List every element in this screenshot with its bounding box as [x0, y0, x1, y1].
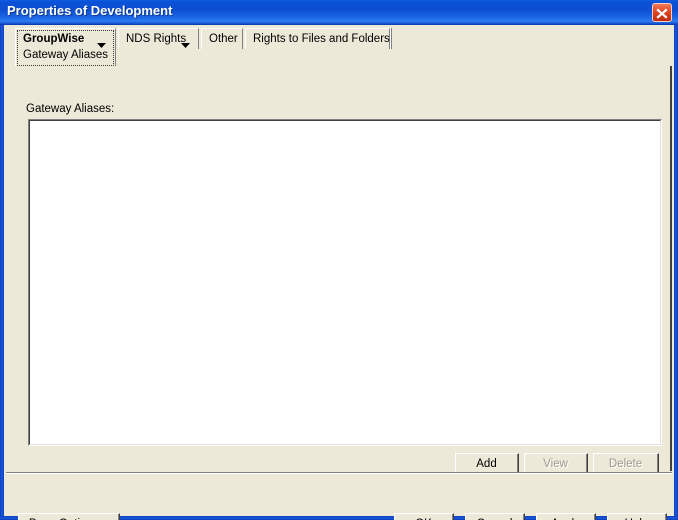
tab-rights-to-files-and-folders[interactable]: Rights to Files and Folders: [245, 28, 390, 49]
window-title: Properties of Development: [7, 3, 173, 18]
window-frame-right: [674, 25, 678, 520]
chevron-down-icon[interactable]: [97, 39, 106, 51]
close-x-glyph: [656, 8, 668, 19]
help-button[interactable]: Help: [607, 513, 667, 520]
ok-button-label: OK: [395, 514, 453, 520]
help-button-label: Help: [608, 514, 666, 520]
tab-nds-rights[interactable]: NDS Rights: [118, 28, 199, 49]
tab-groupwise[interactable]: GroupWise Gateway Aliases: [15, 28, 116, 66]
chevron-down-icon[interactable]: [181, 39, 190, 51]
page-options-button-label: Page Options...: [19, 514, 119, 520]
cancel-button-label: Cancel: [466, 514, 524, 520]
apply-button[interactable]: Apply: [536, 513, 596, 520]
gateway-aliases-listbox[interactable]: [28, 119, 662, 446]
tab-rights-label: Rights to Files and Folders: [253, 33, 390, 45]
dialog-client-area: GroupWise Gateway Aliases NDS Rights Oth: [4, 25, 674, 520]
add-button-label: Add: [456, 454, 518, 474]
tab-groupwise-label: GroupWise: [23, 33, 85, 45]
tab-other-label: Other: [209, 33, 238, 45]
tab-nds-rights-label: NDS Rights: [126, 33, 187, 45]
gateway-aliases-listbox-content[interactable]: [29, 120, 661, 445]
tab-groupwise-sublabel: Gateway Aliases: [23, 49, 109, 61]
page-options-button[interactable]: Page Options...: [18, 513, 120, 520]
dialog-button-bar: Page Options... OK Cancel Apply Help: [4, 474, 674, 520]
apply-button-label: Apply: [537, 514, 595, 520]
close-icon[interactable]: [652, 3, 672, 22]
delete-button-label: Delete: [594, 454, 658, 474]
tab-strip-end-separator: [390, 28, 392, 49]
view-button-label: View: [525, 454, 587, 474]
properties-dialog-window: Properties of Development GroupWise Gate…: [0, 0, 678, 520]
cancel-button[interactable]: Cancel: [465, 513, 525, 520]
ok-button[interactable]: OK: [394, 513, 454, 520]
gateway-aliases-label: Gateway Aliases:: [26, 103, 115, 115]
gateway-aliases-page: Gateway Aliases: Add View Delete: [6, 66, 672, 475]
tab-strip: GroupWise Gateway Aliases NDS Rights Oth: [4, 25, 674, 66]
title-bar[interactable]: Properties of Development: [0, 0, 678, 25]
tab-other[interactable]: Other: [201, 28, 243, 49]
